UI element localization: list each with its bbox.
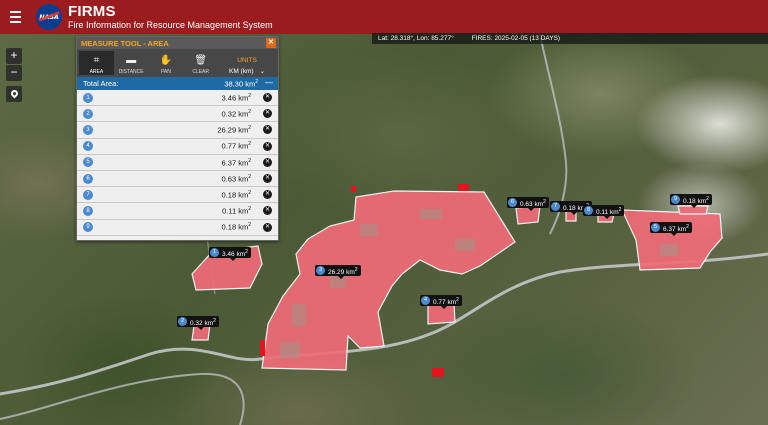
title-block: FIRMS Fire Information for Resource Mana… [68,4,273,30]
list-item[interactable]: 5 6.37 km2 ✕ [77,154,278,171]
burn-scar [455,239,475,251]
row-value: 6.37 km2 [221,157,251,168]
list-item[interactable]: 3 26.29 km2 ✕ [77,122,278,139]
map-label-4: 4 0.77 km2 [420,295,462,309]
close-icon[interactable]: ✕ [266,38,276,48]
list-item[interactable]: 4 0.77 km2 ✕ [77,138,278,155]
nasa-logo[interactable]: NASA [36,4,62,30]
coordinates-readout: Lat: 28.318°, Lon: 85.277° [378,35,454,42]
distance-tool-button[interactable]: ▬ DISTANCE [114,51,149,76]
hand-icon: ✋ [159,55,173,66]
row-number: 6 [83,173,93,184]
row-value: 0.18 km2 [221,189,251,200]
fire-pixel[interactable] [260,340,265,356]
app-subtitle: Fire Information for Resource Management… [68,20,273,30]
road [0,372,245,425]
burn-scar [660,244,678,256]
row-number: 9 [83,222,93,233]
map-label-2: 2 0.32 km2 [177,316,219,330]
map-label-6: 6 0.63 km2 [507,197,549,211]
map-label-5: 5 6.37 km2 [650,222,692,236]
list-item[interactable]: 9 0.18 km2 ✕ [77,219,278,236]
total-area-label: Total Area: [83,79,119,88]
row-number: 8 [83,205,93,216]
zoom-in-button[interactable]: + [6,48,22,64]
units-selector[interactable]: UNITS KM (km) ⌄ [218,57,276,75]
measure-tool-panel: MEASURE TOOL - AREA ✕ ⌗ AREA ▬ DISTANCE … [76,36,279,241]
delete-icon[interactable]: ✕ [263,141,272,151]
delete-icon[interactable]: ✕ [263,190,272,200]
fire-pixel[interactable] [351,186,356,192]
panel-title: MEASURE TOOL - AREA [81,38,169,48]
status-bar: Lat: 28.318°, Lon: 85.277° FIRES: 2025-0… [372,33,768,44]
location-pin-icon [9,88,19,99]
list-item[interactable]: 2 0.32 km2 ✕ [77,106,278,123]
units-label: UNITS [237,57,257,64]
row-number: 4 [83,141,93,152]
zoom-out-button[interactable]: − [6,65,22,81]
list-item[interactable]: 1 3.46 km2 ✕ [77,90,278,107]
delete-icon[interactable]: ✕ [263,157,272,167]
total-area-value: 38.30 km2 [224,78,258,89]
delete-icon[interactable]: ✕ [263,109,272,119]
locate-button[interactable] [6,86,22,102]
ruler-icon: ▬ [126,55,137,66]
list-item[interactable]: 8 0.11 km2 ✕ [77,203,278,220]
area-tool-button[interactable]: ⌗ AREA [79,51,114,75]
fire-pixel[interactable] [458,184,469,191]
total-area-row: Total Area: 38.30 km2 — [77,77,278,90]
row-number: 5 [83,157,93,168]
trash-icon: 🗑 [194,55,208,66]
panel-title-bar[interactable]: MEASURE TOOL - AREA ✕ [77,37,278,49]
row-value: 0.18 km2 [221,222,251,232]
map-label-1: 1 3.46 km2 [209,247,251,261]
map-label-9: 9 0.18 km2 [670,194,712,208]
delete-icon[interactable]: ✕ [263,206,272,216]
fires-date-readout[interactable]: FIRES: 2025-02-05 (13 DAYS) [472,35,560,42]
delete-icon[interactable]: ✕ [263,93,272,103]
row-value: 0.11 km2 [222,206,251,216]
area-icon: ⌗ [93,55,100,66]
pan-tool-label: PAN [160,69,171,75]
row-value: 0.77 km2 [221,141,251,151]
list-item[interactable]: 7 0.18 km2 ✕ [77,187,278,204]
app-title: FIRMS [68,3,116,20]
row-number: 1 [83,92,93,103]
list-item[interactable]: 6 0.63 km2 ✕ [77,170,278,188]
units-value: KM (km) [229,67,254,75]
area-tool-label: AREA [89,69,104,75]
collapse-icon[interactable]: — [265,78,273,87]
delete-icon[interactable]: ✕ [263,174,272,184]
burn-scar [420,209,442,219]
fire-pixel[interactable] [432,368,444,377]
burn-scar [360,224,378,236]
pan-tool-button[interactable]: ✋ PAN [149,51,184,76]
measure-toolbar: ⌗ AREA ▬ DISTANCE ✋ PAN 🗑 CLEAR UNITS KM… [77,49,278,77]
clear-tool-label: CLEAR [192,69,210,75]
row-value: 26.29 km2 [217,125,251,135]
row-number: 2 [83,108,93,119]
distance-tool-label: DISTANCE [118,69,144,75]
burn-scar [292,304,306,326]
clear-tool-button[interactable]: 🗑 CLEAR [183,51,218,76]
row-number: 3 [83,124,93,135]
chevron-down-icon: ⌄ [259,68,266,75]
burn-scar [280,342,300,358]
row-value: 3.46 km2 [221,92,251,103]
app-header: NASA FIRMS Fire Information for Resource… [0,0,768,34]
map-label-8: 8 0.11 km2 [583,205,625,219]
menu-icon[interactable] [2,0,28,34]
map-label-3: 3 26.29 km2 [315,265,361,279]
delete-icon[interactable]: ✕ [263,222,272,232]
delete-icon[interactable]: ✕ [263,125,272,135]
row-value: 0.63 km2 [221,173,251,184]
area-list: 1 3.46 km2 ✕ 2 0.32 km2 ✕ 3 26.29 km2 ✕ 4 0.77 … [77,90,278,236]
row-value: 0.32 km2 [221,109,251,119]
row-number: 7 [83,189,93,200]
